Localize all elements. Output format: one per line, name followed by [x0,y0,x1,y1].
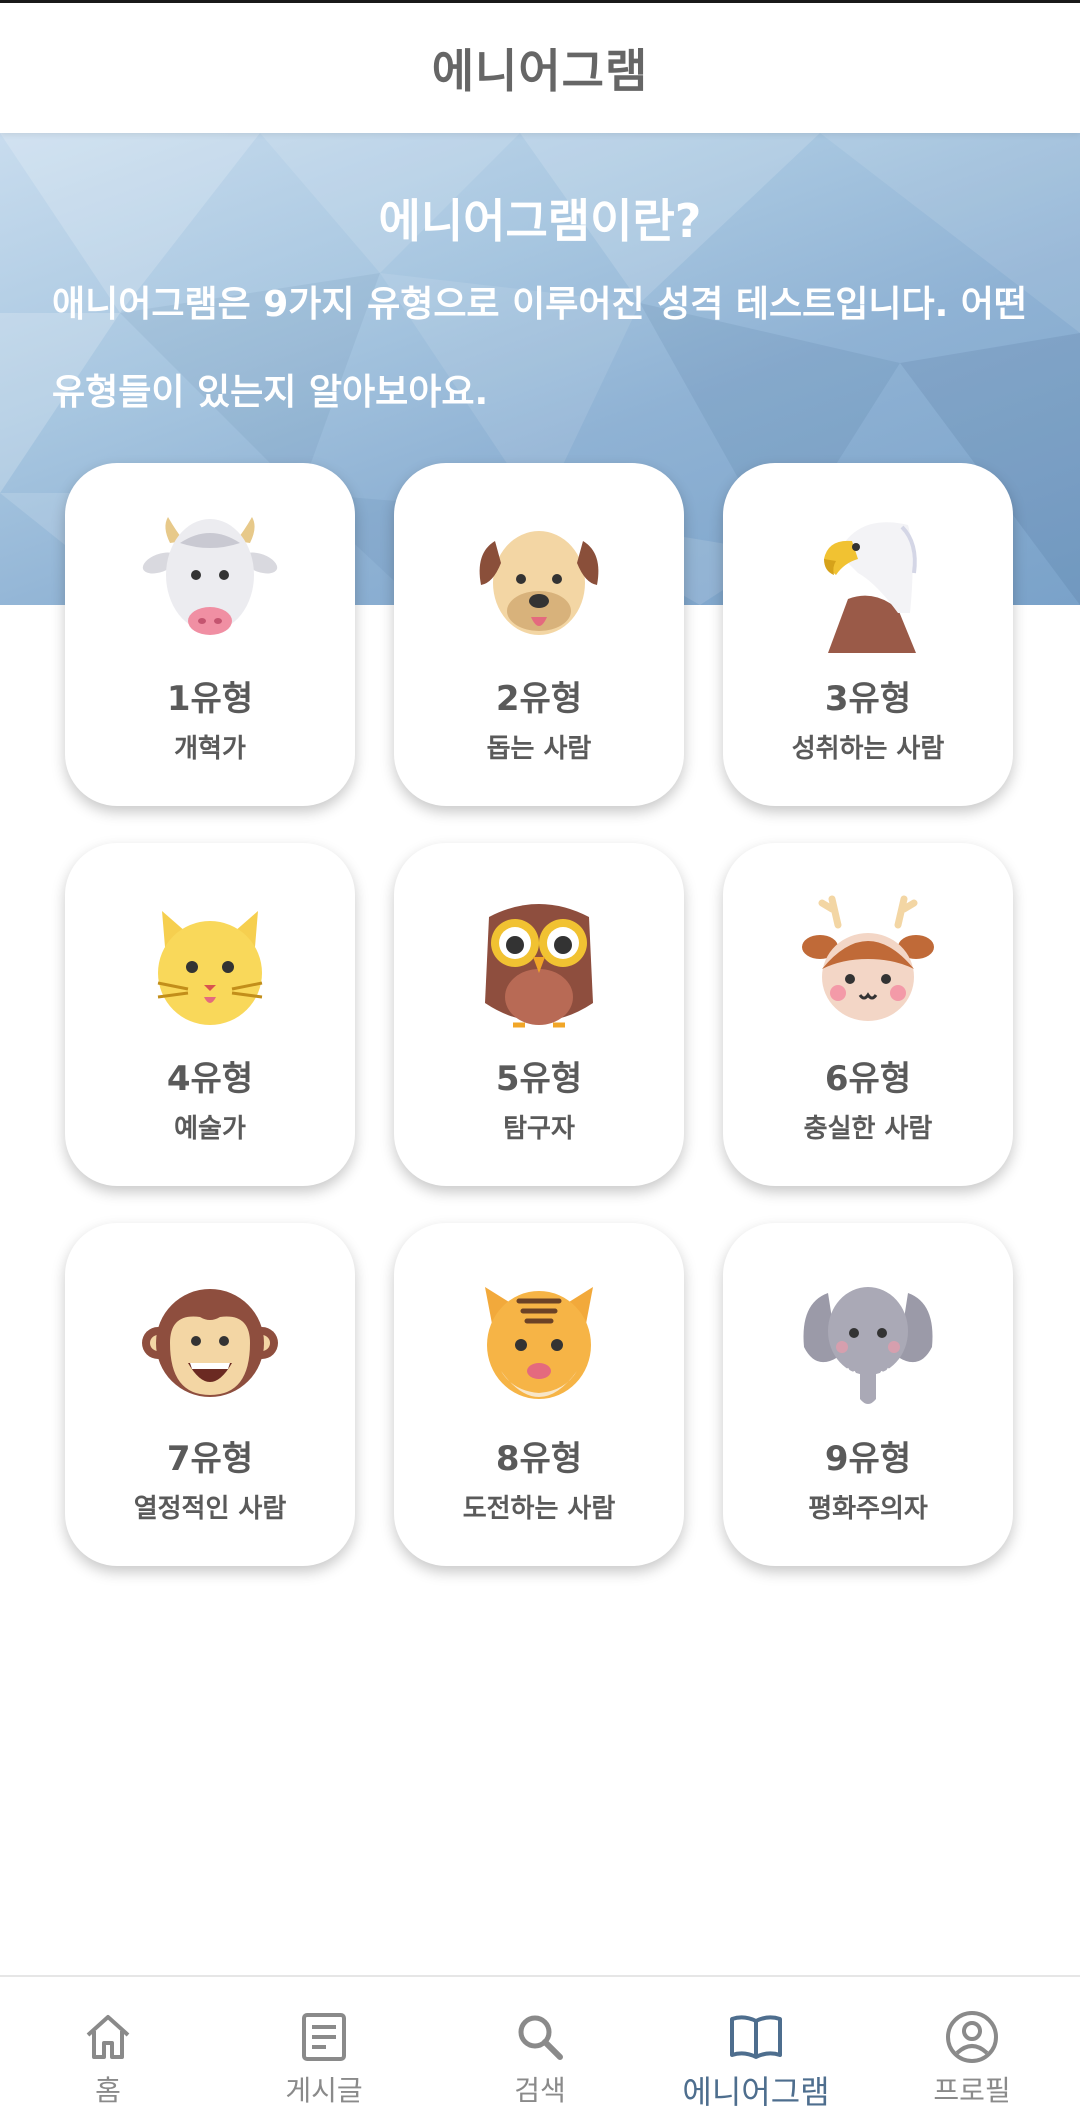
type-number: 9유형 [824,1439,912,1479]
deer-icon [802,895,934,1021]
bottom-navigation: 홈 게시글 검색 에니어그램 프로필 [0,1975,1080,2127]
owl-icon [485,904,593,1028]
home-icon [86,2015,130,2059]
type-name: 충실한 사람 [803,1114,933,1144]
type-number: 3유형 [824,679,912,719]
book-icon [730,2015,782,2059]
nav-label: 에니어그램 [682,2073,830,2111]
profile-icon [946,2011,998,2063]
type-card-1[interactable]: 1유형 개혁가 [65,463,355,806]
nav-label: 프로필 [933,2074,1011,2107]
type-number: 8유형 [495,1439,583,1479]
type-card-9[interactable]: 9유형 평화주의자 [723,1223,1013,1566]
type-card-5[interactable]: 5유형 탐구자 [394,843,684,1186]
type-number: 6유형 [824,1059,912,1099]
type-card-4[interactable]: 4유형 예술가 [65,843,355,1186]
nav-item-enneagram[interactable]: 에니어그램 [648,1977,864,2127]
type-name: 개혁가 [174,734,246,764]
elephant-icon [803,1287,933,1404]
type-card-6[interactable]: 6유형 충실한 사람 [723,843,1013,1186]
app-header: 에니어그램 [0,3,1080,133]
type-name: 평화주의자 [808,1494,928,1524]
type-number: 2유형 [495,679,583,719]
type-number: 4유형 [166,1059,254,1099]
cow-icon [142,517,278,635]
dog-icon [479,531,599,635]
nav-item-posts[interactable]: 게시글 [216,1977,432,2127]
nav-label: 게시글 [285,2074,363,2107]
type-card-3[interactable]: 3유형 성취하는 사람 [723,463,1013,806]
hero-description: 애니어그램은 9가지 유형으로 이루어진 성격 테스트입니다. 어떤 유형들이 … [52,284,1028,413]
type-number: 7유형 [166,1439,254,1479]
type-name: 열정적인 사람 [133,1494,287,1524]
monkey-icon [142,1289,278,1397]
type-number: 1유형 [166,679,254,719]
type-name: 예술가 [174,1114,246,1144]
page-title: 에니어그램 [431,44,649,98]
eagle-icon [824,522,917,653]
hero-title: 에니어그램이란? [378,194,702,248]
nav-item-home[interactable]: 홈 [0,1977,216,2127]
type-name: 탐구자 [503,1114,575,1144]
type-grid: 1유형 개혁가 2유형 돕는 사람 3유형 성취하는 사람 4유형 예술가 5유… [65,463,1015,1566]
document-icon [302,2013,346,2061]
cat-icon [157,911,263,1025]
type-name: 성취하는 사람 [791,734,945,764]
nav-item-profile[interactable]: 프로필 [864,1977,1080,2127]
nav-label: 검색 [514,2074,566,2107]
type-card-8[interactable]: 8유형 도전하는 사람 [394,1223,684,1566]
type-number: 5유형 [495,1059,583,1099]
type-card-7[interactable]: 7유형 열정적인 사람 [65,1223,355,1566]
nav-item-search[interactable]: 검색 [432,1977,648,2127]
nav-label: 홈 [95,2074,121,2107]
search-icon [518,2015,563,2060]
type-name: 돕는 사람 [486,734,592,764]
tiger-icon [485,1287,593,1399]
type-name: 도전하는 사람 [462,1494,616,1524]
type-card-2[interactable]: 2유형 돕는 사람 [394,463,684,806]
